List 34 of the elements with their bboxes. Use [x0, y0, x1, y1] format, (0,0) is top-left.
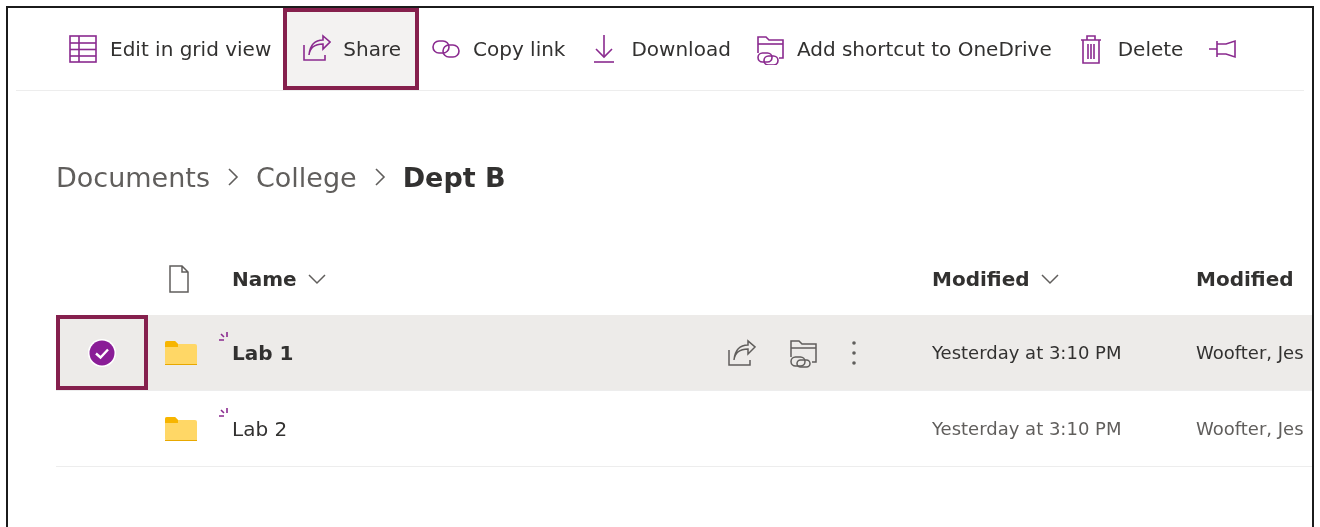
chevron-down-icon — [1039, 271, 1060, 287]
chevron-right-icon — [225, 166, 240, 188]
grid-button[interactable]: Edit in grid view — [56, 8, 284, 90]
share-button[interactable]: Share — [283, 8, 419, 90]
breadcrumb-link[interactable]: College — [255, 161, 357, 193]
more-options-icon[interactable] — [850, 338, 858, 367]
share-icon[interactable] — [726, 338, 756, 367]
folder-icon — [164, 415, 198, 442]
modified-by: Woofter, Jes — [1196, 342, 1304, 363]
link-button[interactable]: Copy link — [419, 8, 578, 90]
file-name[interactable]: Lab 1 — [232, 340, 294, 365]
shortcut-button[interactable]: Add shortcut to OneDrive — [742, 8, 1064, 90]
column-header[interactable]: Modified — [1196, 267, 1294, 291]
breadcrumb-current: Dept B — [402, 161, 506, 193]
checkbox-cell[interactable] — [56, 315, 148, 390]
breadcrumb-link[interactable]: Documents — [56, 161, 210, 193]
checked-circle-icon[interactable] — [87, 337, 117, 368]
chevron-down-icon — [306, 271, 327, 287]
download-button[interactable]: Download — [577, 8, 743, 90]
folder-icon — [164, 339, 198, 366]
folder-link-icon — [754, 33, 785, 65]
table-row[interactable]: Lab 2 Yesterday at 3:10 PM Woofter, Jes — [56, 391, 1312, 467]
table-row[interactable]: Lab 1 Yesterday at 3:10 PM Woofter, Jes — [56, 315, 1312, 391]
delete-button[interactable]: Delete — [1063, 8, 1196, 90]
folder-link-icon[interactable] — [788, 337, 818, 368]
column-header[interactable]: Modified — [932, 267, 1030, 291]
file-type-icon — [168, 264, 190, 294]
grid-icon — [68, 33, 98, 65]
modified-date: Yesterday at 3:10 PM — [932, 342, 1122, 363]
modified-by: Woofter, Jes — [1196, 418, 1304, 439]
modified-date: Yesterday at 3:10 PM — [932, 418, 1122, 439]
column-header[interactable]: Name — [232, 267, 297, 291]
file-name[interactable]: Lab 2 — [232, 416, 288, 441]
chevron-right-icon — [372, 166, 387, 188]
